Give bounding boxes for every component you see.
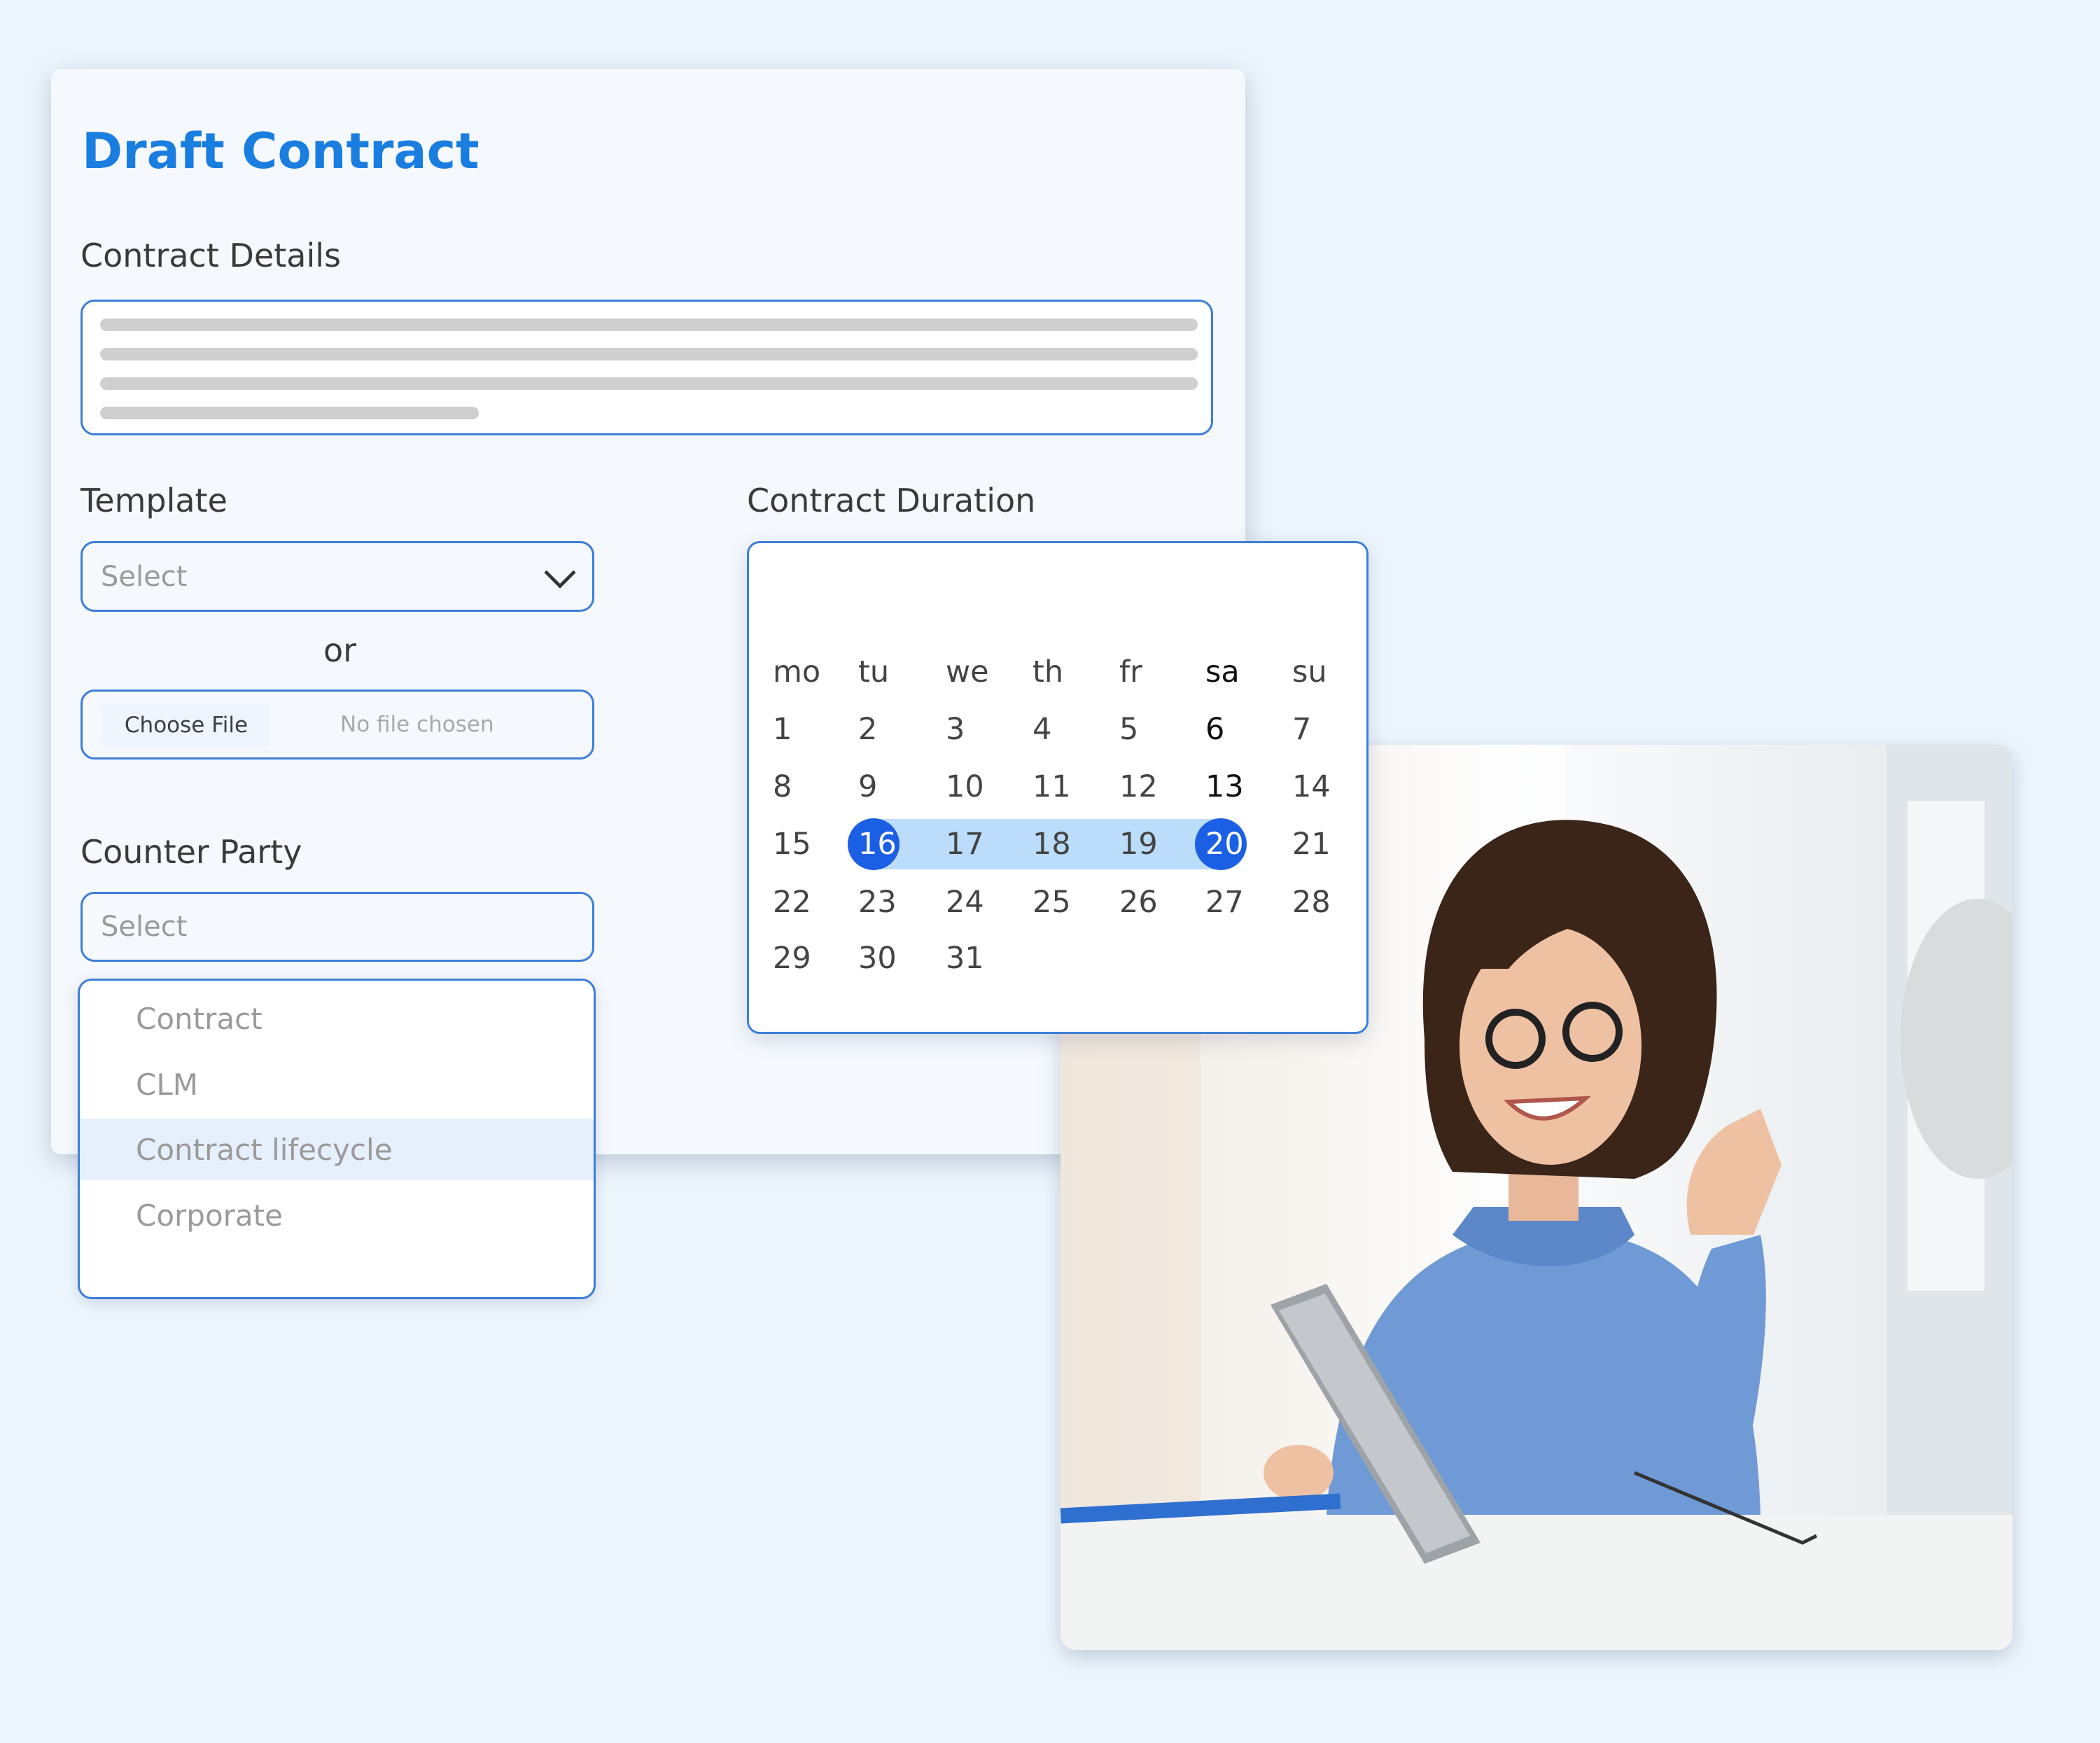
calendar-day[interactable]: 22: [773, 885, 811, 920]
weekday-header-fr: fr: [1119, 654, 1142, 690]
calendar-day[interactable]: 30: [858, 941, 897, 976]
calendar-day[interactable]: 10: [946, 769, 984, 804]
chevron-down-icon: [544, 556, 576, 589]
calendar-day[interactable]: 8: [773, 769, 792, 804]
contract-details-label: Contract Details: [80, 237, 341, 274]
weekday-header-sa: sa: [1205, 654, 1240, 690]
calendar-day[interactable]: 14: [1292, 769, 1331, 804]
calendar-day[interactable]: 9: [858, 769, 877, 804]
text-placeholder-line: [100, 407, 479, 419]
calendar-day[interactable]: 4: [1032, 712, 1051, 747]
calendar-day[interactable]: 20: [1205, 827, 1244, 862]
calendar-day[interactable]: 23: [858, 885, 897, 920]
calendar-day[interactable]: 15: [773, 827, 811, 862]
counter-party-label: Counter Party: [80, 833, 302, 871]
calendar-day[interactable]: 26: [1119, 885, 1158, 920]
weekday-header-th: th: [1032, 654, 1064, 690]
dropdown-option[interactable]: Contract: [80, 988, 594, 1049]
counter-party-select[interactable]: Select: [80, 892, 594, 962]
calendar-day[interactable]: 11: [1032, 769, 1071, 804]
text-placeholder-line: [100, 318, 1198, 331]
calendar-day[interactable]: 3: [946, 712, 965, 747]
page-title: Draft Contract: [82, 122, 479, 180]
calendar-day[interactable]: 6: [1205, 712, 1224, 747]
counter-party-select-value: Select: [101, 911, 188, 943]
date-range-calendar[interactable]: mo tu we th fr sa su 1 2 3 4 5 6 7 8 9 10 11 12 13 14 15 16 17 1…: [747, 541, 1368, 1034]
dropdown-option-highlighted[interactable]: Contract lifecycle: [80, 1119, 594, 1180]
dropdown-option[interactable]: CLM: [80, 1054, 594, 1115]
calendar-day[interactable]: 16: [858, 827, 897, 862]
template-label: Template: [80, 482, 227, 519]
calendar-day[interactable]: 13: [1205, 769, 1244, 804]
calendar-day[interactable]: 1: [773, 712, 792, 747]
calendar-day[interactable]: 24: [946, 885, 984, 920]
calendar-day[interactable]: 21: [1292, 827, 1331, 862]
calendar-day[interactable]: 7: [1292, 712, 1311, 747]
template-select[interactable]: Select: [80, 541, 594, 612]
contract-details-textarea[interactable]: [80, 300, 1213, 435]
choose-file-button[interactable]: Choose File: [102, 704, 270, 746]
calendar-day[interactable]: 28: [1292, 885, 1331, 920]
calendar-day[interactable]: 18: [1032, 827, 1071, 862]
or-label: or: [323, 631, 357, 669]
calendar-day[interactable]: 25: [1032, 885, 1071, 920]
file-input[interactable]: Choose File No file chosen: [80, 690, 594, 760]
weekday-header-mo: mo: [773, 654, 821, 690]
calendar-day[interactable]: 31: [946, 941, 984, 976]
file-status: No file chosen: [340, 712, 494, 737]
weekday-header-we: we: [946, 654, 989, 690]
text-placeholder-line: [100, 377, 1198, 390]
calendar-day[interactable]: 17: [946, 827, 984, 862]
text-placeholder-line: [100, 348, 1198, 360]
contract-duration-label: Contract Duration: [747, 482, 1036, 519]
calendar-day[interactable]: 27: [1205, 885, 1244, 920]
calendar-day[interactable]: 19: [1119, 827, 1158, 862]
calendar-day[interactable]: 2: [858, 712, 877, 747]
template-select-value: Select: [101, 560, 188, 593]
counter-party-dropdown: Contract CLM Contract lifecycle Corporat…: [78, 979, 596, 1299]
calendar-day[interactable]: 29: [773, 941, 811, 976]
calendar-day[interactable]: 12: [1119, 769, 1158, 804]
weekday-header-su: su: [1292, 654, 1327, 690]
dropdown-option[interactable]: Corporate: [80, 1184, 594, 1246]
calendar-day[interactable]: 5: [1119, 712, 1138, 747]
weekday-header-tu: tu: [858, 654, 890, 690]
